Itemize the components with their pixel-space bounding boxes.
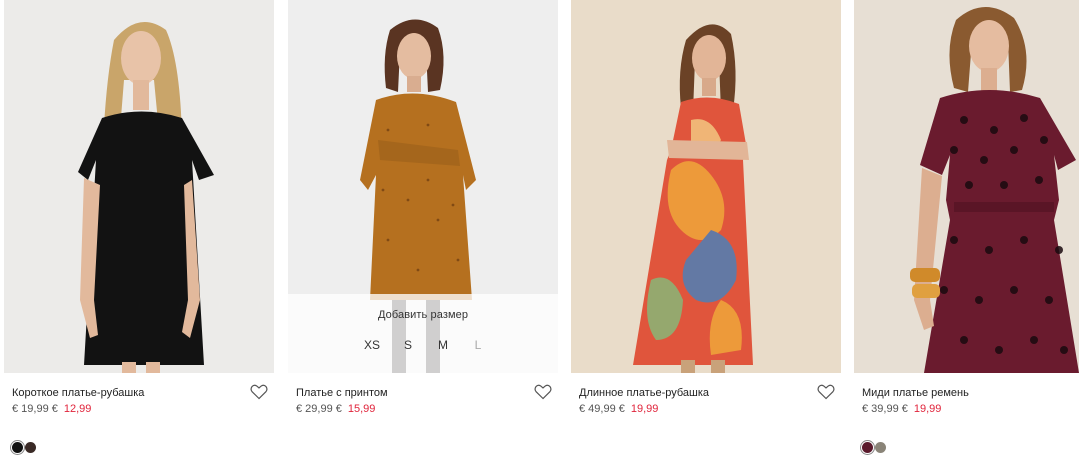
price-sale: 19,99 <box>913 403 942 415</box>
product-card[interactable]: Миди платье ремень € 39,99 € 19,99 <box>854 0 1079 456</box>
heart-outline-icon[interactable] <box>534 384 552 400</box>
color-swatch[interactable] <box>12 442 23 453</box>
product-image[interactable] <box>4 0 274 373</box>
price: € 39,99 € 19,99 <box>862 403 941 415</box>
price-original: € 29,99 € <box>296 403 342 415</box>
price: € 29,99 € 15,99 <box>296 403 375 415</box>
size-option[interactable]: XS <box>357 338 387 352</box>
price-sale: 15,99 <box>347 403 376 415</box>
product-image[interactable] <box>854 0 1079 373</box>
size-option[interactable]: L <box>463 338 493 352</box>
size-options: XS S M L <box>288 338 558 358</box>
price: € 19,99 € 12,99 <box>12 403 91 415</box>
color-swatch[interactable] <box>875 442 886 453</box>
product-name[interactable]: Длинное платье-рубашка <box>579 387 709 399</box>
product-card[interactable]: Короткое платье-рубашка € 19,99 € 12,99 <box>4 0 274 456</box>
size-option[interactable]: S <box>393 338 423 352</box>
price-sale: 19,99 <box>630 403 659 415</box>
heart-outline-icon[interactable] <box>250 384 268 400</box>
color-swatches <box>12 442 38 454</box>
price-sale: 12,99 <box>63 403 92 415</box>
product-name[interactable]: Миди платье ремень <box>862 387 969 399</box>
color-swatch[interactable] <box>862 442 873 453</box>
add-size-label: Добавить размер <box>377 309 469 321</box>
product-card[interactable]: Длинное платье-рубашка € 49,99 € 19,99 <box>571 0 841 456</box>
heart-outline-icon[interactable] <box>817 384 835 400</box>
price-original: € 19,99 € <box>12 403 58 415</box>
size-option[interactable]: M <box>428 338 458 352</box>
price: € 49,99 € 19,99 <box>579 403 658 415</box>
product-image[interactable] <box>571 0 841 373</box>
price-original: € 49,99 € <box>579 403 625 415</box>
price-original: € 39,99 € <box>862 403 908 415</box>
product-name[interactable]: Короткое платье-рубашка <box>12 387 144 399</box>
product-card[interactable]: Добавить размер XS S M L Платье с принто… <box>288 0 558 456</box>
product-name[interactable]: Платье с принтом <box>296 387 388 399</box>
size-selector-overlay: Добавить размер XS S M L <box>288 294 558 373</box>
color-swatches <box>862 442 888 454</box>
color-swatch[interactable] <box>25 442 36 453</box>
